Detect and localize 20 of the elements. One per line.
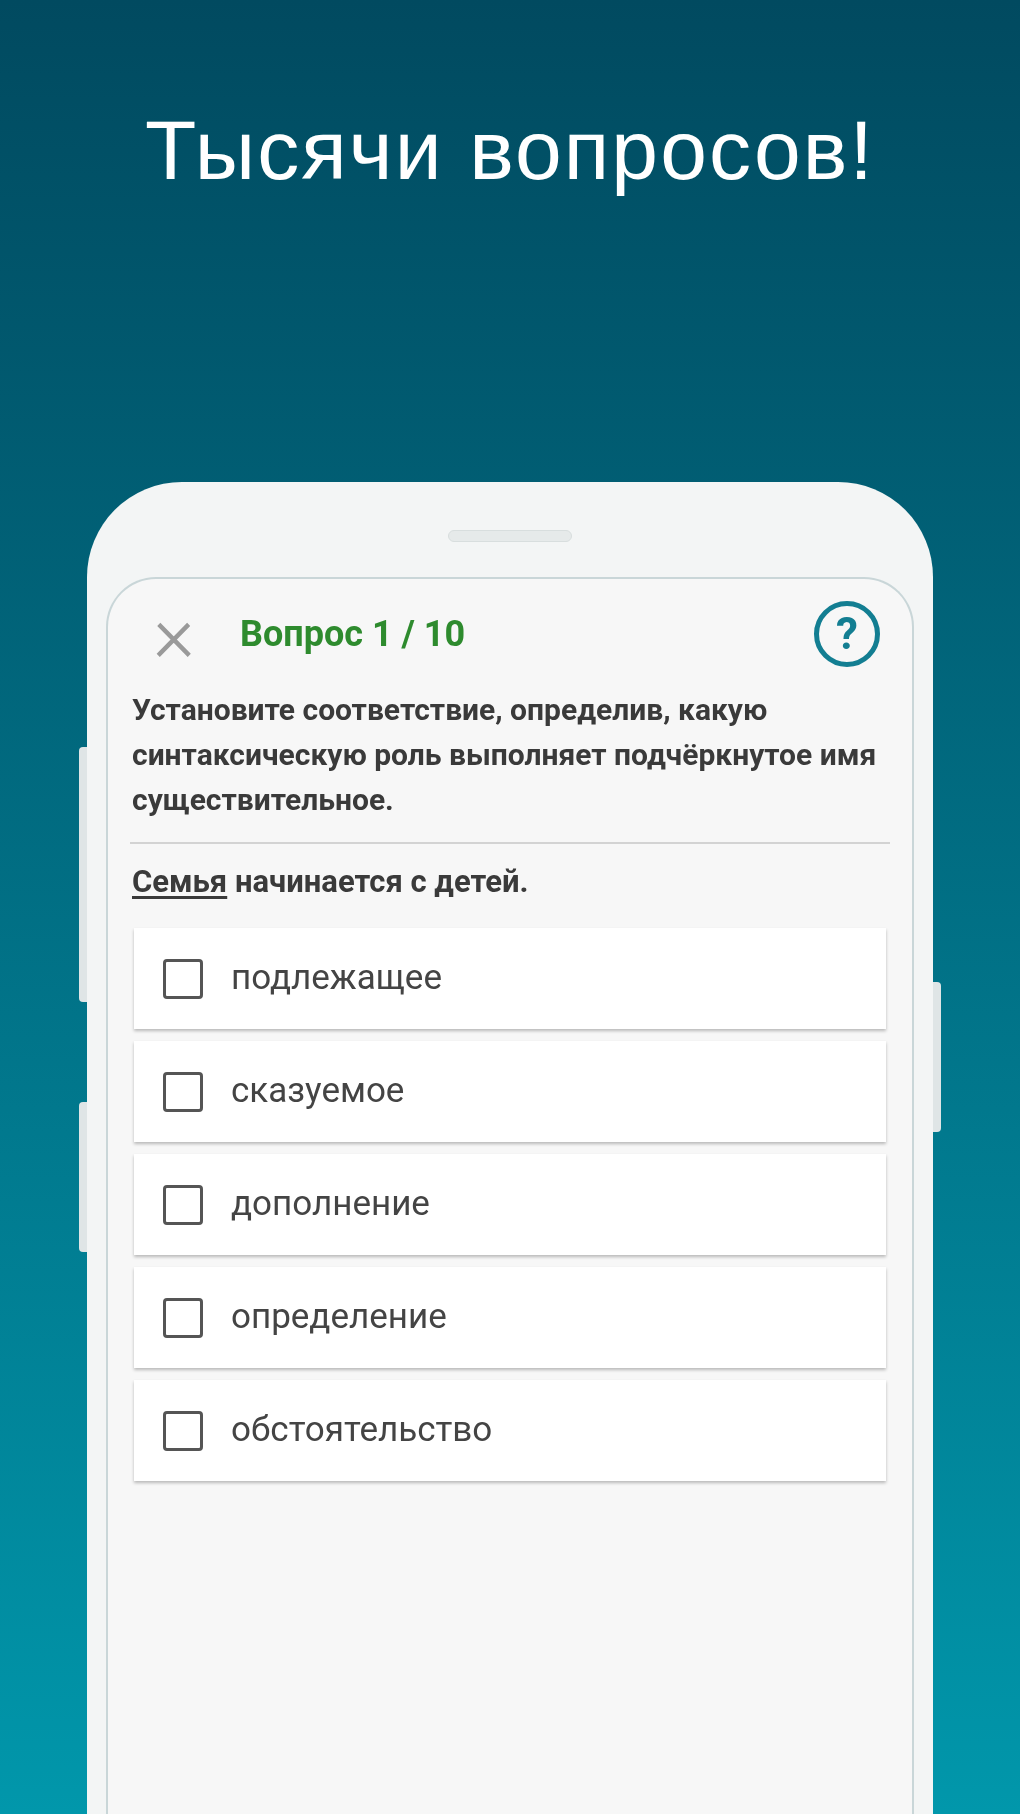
help-button[interactable]: ? xyxy=(814,601,880,667)
example-sentence: Семья начинается с детей. xyxy=(131,862,530,902)
option-label: дополнение xyxy=(231,1182,430,1227)
option-label: определение xyxy=(231,1295,447,1340)
checkbox[interactable] xyxy=(163,1184,203,1225)
headline: Тысячи вопросов! xyxy=(144,102,875,199)
answer-option[interactable]: обстоятельство xyxy=(134,1380,886,1481)
checkbox[interactable] xyxy=(163,1071,203,1112)
answer-option[interactable]: дополнение xyxy=(134,1154,886,1255)
option-label: обстоятельство xyxy=(231,1408,493,1453)
question-counter: Вопрос 1 / 10 xyxy=(240,612,466,657)
checkbox[interactable] xyxy=(163,958,203,999)
option-label: подлежащее xyxy=(231,956,442,1001)
checkbox[interactable] xyxy=(163,1410,203,1451)
answer-option[interactable]: сказуемое xyxy=(134,1041,886,1142)
answer-option[interactable]: определение xyxy=(134,1267,886,1368)
option-label: сказуемое xyxy=(231,1069,405,1114)
question-text: Установите соответствие, определив, какую синтаксическую роль выполняет подчёркнутое имя существительное. xyxy=(131,691,878,819)
answer-option[interactable]: подлежащее xyxy=(134,928,886,1029)
checkbox[interactable] xyxy=(163,1297,203,1338)
